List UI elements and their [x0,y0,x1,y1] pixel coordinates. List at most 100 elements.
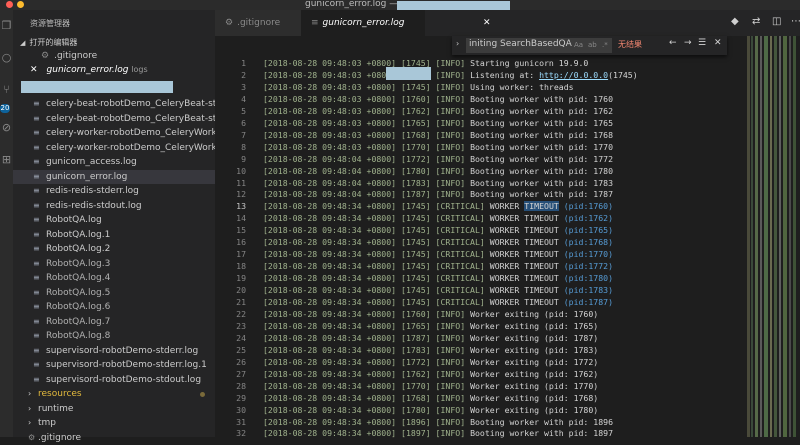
log-message: Worker exiting (pid: 1762) [470,368,599,379]
code-line: [2018-08-28 09:48:04 +0800] [1780] [INFO… [263,165,613,177]
line-number: 14 [236,213,246,224]
debug-icon[interactable]: ⊘ [0,120,13,136]
file-item[interactable]: ≡ gunicorn_access.log [13,155,215,169]
line-number: 16 [236,237,246,248]
editor-content[interactable]: 1 [2018-08-28 09:48:03 +0800] [1745] [INF… [215,55,745,438]
folder-item[interactable]: › resources [13,387,215,401]
file-lines-icon: ≡ [33,186,40,195]
file-item[interactable]: ≡ RobotQA.log.2 [13,242,215,256]
log-timestamp: [2018-08-28 09:48:04 +0800] [263,165,397,176]
gear-icon: ⚙ [225,18,234,28]
files-icon[interactable]: ❐ [0,18,13,34]
log-message: Worker exiting (pid: 1780) [470,404,599,415]
line-number: 1 [241,58,246,68]
file-lines-icon: ≡ [33,230,40,239]
file-item[interactable]: ≡ RobotQA.log.6 [13,300,215,314]
file-name: supervisord-robotDemo-stdout.log [46,375,202,385]
more-actions-icon[interactable]: ⋯ [791,16,800,27]
find-input[interactable]: initing SearchBasedQA Aa ab .* [466,38,612,53]
close-icon[interactable]: ✕ [714,38,722,48]
file-item[interactable]: ≡ RobotQA.log [13,213,215,227]
file-item[interactable]: ≡ RobotQA.log.5 [13,286,215,300]
log-level: [INFO] [435,141,466,152]
code-line: [2018-08-28 09:48:04 +0800] [1787] [INFO… [263,188,613,200]
compare-icon[interactable]: ◆ [731,16,739,27]
match-word-icon[interactable]: ab [588,41,597,49]
log-level: [INFO] [435,308,466,319]
log-level: [INFO] [435,404,466,415]
gear-icon: ⚙ [28,433,36,442]
log-message: Worker exiting (pid: 1768) [470,392,599,403]
tab-gunicorn-error-log[interactable]: ≡ gunicorn_error.log ✕ [301,10,491,36]
regex-icon[interactable]: .* [602,41,608,49]
line-number: 17 [236,249,246,260]
file-item[interactable]: ≡ redis-redis-stderr.log [13,184,215,198]
log-message: Booting worker with pid: 1780 [470,165,614,176]
code-line: [2018-08-28 09:48:34 +0800] [1745] [CRIT… [263,224,613,236]
file-item[interactable]: ≡ RobotQA.log.8 [13,329,215,343]
file-item-selected[interactable]: ≡ gunicorn_error.log [13,170,215,184]
file-item[interactable]: ≡ RobotQA.log.1 [13,228,215,242]
file-name: redis-redis-stderr.log [46,186,139,196]
close-window-button[interactable] [6,1,13,8]
folder-item[interactable]: › runtime [13,402,215,416]
log-level: [CRITICAL] [435,285,485,296]
gear-icon: ⚙ [41,51,50,61]
line-number: 31 [236,416,246,427]
file-item[interactable]: ≡ celery-worker-robotDemo_CeleryWork... [13,141,215,155]
open-editor-item[interactable]: ✕ gunicorn_error.log logs [30,63,148,77]
close-icon[interactable]: ✕ [483,10,491,36]
minimize-window-button[interactable] [17,1,24,8]
log-level: [INFO] [435,177,466,188]
file-item[interactable]: ≡ celery-beat-robotDemo_CeleryBeat-st... [13,97,215,111]
tab-gitignore[interactable]: ⚙ .gitignore [215,10,301,36]
file-name: RobotQA.log.7 [46,317,111,327]
file-item[interactable]: ≡ redis-redis-stdout.log [13,199,215,213]
file-item[interactable]: ≡ supervisord-robotDemo-stdout.log [13,373,215,387]
extensions-icon[interactable]: ⊞ [0,152,13,168]
chevron-right-icon[interactable]: › [456,39,459,48]
folder-item[interactable]: › tmp [13,416,215,430]
match-case-icon[interactable]: Aa [574,41,583,49]
file-item[interactable]: ⚙ .gitignore [13,431,215,445]
code-line: [2018-08-28 09:48:34 +0800] [1745] [CRIT… [263,260,613,272]
file-item[interactable]: ≡ RobotQA.log.3 [13,257,215,271]
log-message: Booting worker with pid: 1896 [470,416,614,427]
log-message: Worker exiting (pid: 1772) [470,356,599,367]
find-result: 无结果 [618,40,642,49]
next-match-icon[interactable]: → [684,38,692,48]
open-editors-header[interactable]: ◢ 打开的编辑器 [20,37,77,48]
file-lines-icon: ≡ [33,201,40,210]
previous-match-icon[interactable]: ← [669,38,677,48]
log-message: Booting worker with pid: 1772 [470,153,614,164]
code-line: [2018-08-28 09:48:34 +0800] [1765] [INFO… [263,320,598,332]
file-name: RobotQA.log.8 [46,331,111,341]
line-number: 7 [241,129,246,140]
title-bar: gunicorn_error.log — [0,0,800,10]
line-number: 30 [236,404,246,415]
log-url: http://0.0.0.0 [539,69,609,80]
file-item[interactable]: ≡ RobotQA.log.7 [13,315,215,329]
close-icon[interactable]: ✕ [30,65,38,75]
log-level: [INFO] [435,344,466,355]
minimap[interactable] [745,36,800,437]
file-item[interactable]: ≡ supervisord-robotDemo-stderr.log.1 [13,358,215,372]
log-level: [INFO] [435,392,466,403]
log-timestamp: [2018-08-28 09:48:34 +0800] [263,201,397,212]
find-in-selection-icon[interactable]: ☰ [698,38,706,48]
log-timestamp: [2018-08-28 09:48:34 +0800] [263,249,397,260]
file-item[interactable]: ≡ RobotQA.log.4 [13,271,215,285]
source-control-icon[interactable]: ⑂ [0,82,13,98]
split-editor-icon[interactable]: ◫ [772,16,781,27]
log-message: WORKER TIMEOUT [489,285,559,296]
log-pid: [1745] [401,285,431,296]
log-pid: [1770] [401,141,431,152]
log-level: [CRITICAL] [435,237,485,248]
file-item[interactable]: ≡ supervisord-robotDemo-stderr.log [13,344,215,358]
file-item[interactable]: ≡ celery-worker-robotDemo_CeleryWork... [13,126,215,140]
line-number: 28 [236,380,246,391]
search-icon[interactable]: ○ [0,50,13,66]
open-editor-item[interactable]: ⚙ .gitignore [41,49,97,63]
file-item[interactable]: ≡ celery-beat-robotDemo_CeleryBeat-st... [13,112,215,126]
open-changes-icon[interactable]: ⇄ [752,16,760,27]
